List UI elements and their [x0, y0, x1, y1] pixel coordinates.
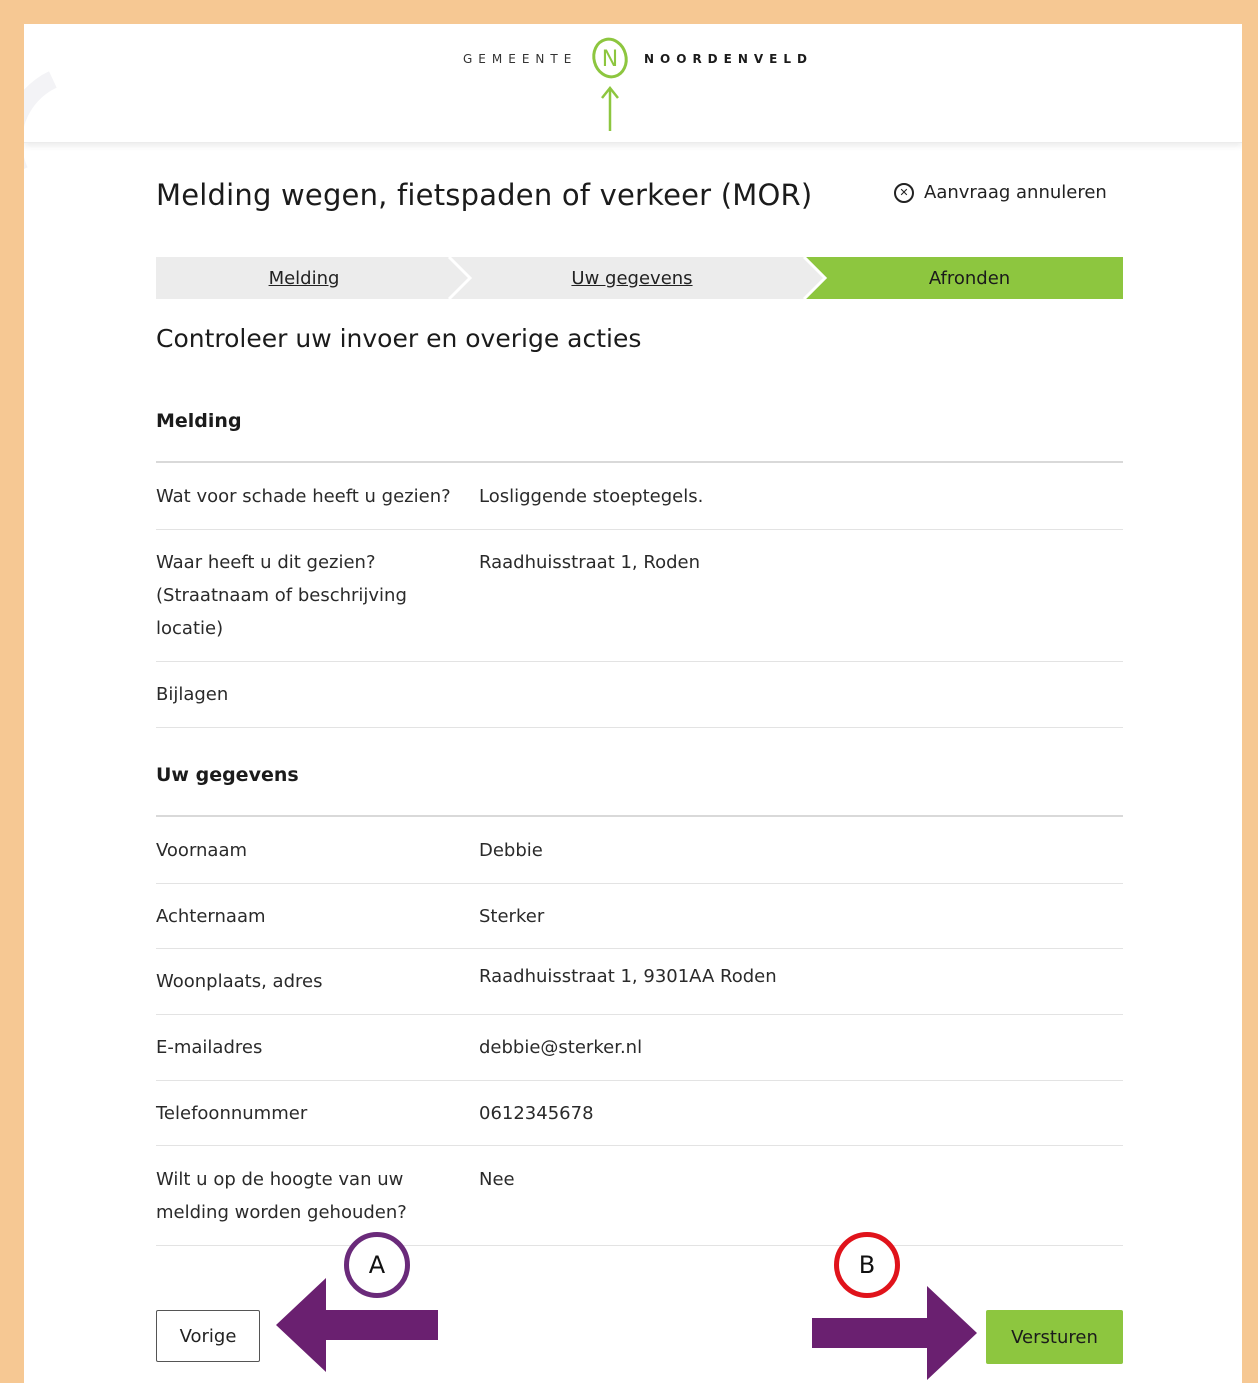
- summary-question: Bijlagen: [156, 684, 229, 705]
- divider: [156, 461, 1123, 463]
- arrow-right-icon: [812, 1286, 977, 1380]
- noordenveld-logo-icon[interactable]: N: [590, 36, 630, 136]
- summary-answer: Sterker: [479, 906, 545, 927]
- cancel-request-link[interactable]: ✕ Aanvraag annuleren: [894, 182, 1107, 203]
- logo-text-gemeente: GEMEENTE: [463, 52, 578, 66]
- step-uw-gegevens-label: Uw gegevens: [571, 267, 693, 289]
- divider: [156, 815, 1123, 817]
- progress-steps: Melding Uw gegevens Afronden: [156, 257, 1123, 299]
- summary-answer: Losliggende stoeptegels.: [479, 486, 704, 507]
- page-frame: GEMEENTE N NOORDENVELD Melding wegen, fi…: [24, 24, 1242, 1383]
- divider: [156, 1245, 1123, 1246]
- svg-text:N: N: [602, 47, 618, 72]
- step-melding[interactable]: Melding: [156, 257, 452, 299]
- summary-question: Wilt u op de hoogte van uw melding worde…: [156, 1169, 407, 1223]
- summary-answer: 0612345678: [479, 1103, 594, 1124]
- divider: [156, 661, 1123, 662]
- step-melding-label: Melding: [268, 267, 340, 289]
- divider: [156, 948, 1123, 949]
- summary-answer: Debbie: [479, 840, 543, 861]
- summary-question: Woonplaats, adres: [156, 971, 323, 992]
- summary-question: Waar heeft u dit gezien? (Straatnaam of …: [156, 552, 407, 639]
- submit-button[interactable]: Versturen: [986, 1310, 1123, 1364]
- page-title: Melding wegen, fietspaden of verkeer (MO…: [156, 178, 813, 212]
- summary-question: Wat voor schade heeft u gezien?: [156, 486, 451, 507]
- step-uw-gegevens[interactable]: Uw gegevens: [462, 257, 802, 299]
- step-afronden: Afronden: [816, 257, 1123, 299]
- summary-answer: Nee: [479, 1169, 515, 1190]
- summary-answer: Raadhuisstraat 1, 9301AA Roden: [479, 966, 777, 987]
- cancel-request-label: Aanvraag annuleren: [924, 182, 1107, 203]
- divider: [156, 727, 1123, 728]
- divider: [156, 1014, 1123, 1015]
- site-header: GEMEENTE N NOORDENVELD: [24, 24, 1242, 242]
- logo-text-noordenveld: NOORDENVELD: [644, 52, 813, 66]
- divider: [156, 1080, 1123, 1081]
- summary-answer: debbie@sterker.nl: [479, 1037, 643, 1058]
- divider: [156, 529, 1123, 530]
- previous-button[interactable]: Vorige: [156, 1310, 260, 1362]
- section-subtitle: Controleer uw invoer en overige acties: [156, 324, 642, 353]
- annotation-marker-b: B: [834, 1232, 900, 1298]
- divider: [156, 1145, 1123, 1146]
- circle-x-icon: ✕: [894, 182, 914, 203]
- step-afronden-label: Afronden: [928, 267, 1011, 289]
- divider: [156, 883, 1123, 884]
- section-heading-melding: Melding: [156, 410, 242, 432]
- section-heading-uw-gegevens: Uw gegevens: [156, 764, 299, 786]
- summary-question: E-mailadres: [156, 1037, 263, 1058]
- summary-question: Achternaam: [156, 906, 266, 927]
- summary-question: Telefoonnummer: [156, 1103, 308, 1124]
- summary-answer: Raadhuisstraat 1, Roden: [479, 552, 700, 573]
- annotation-marker-a: A: [344, 1232, 410, 1298]
- summary-question: Voornaam: [156, 840, 248, 861]
